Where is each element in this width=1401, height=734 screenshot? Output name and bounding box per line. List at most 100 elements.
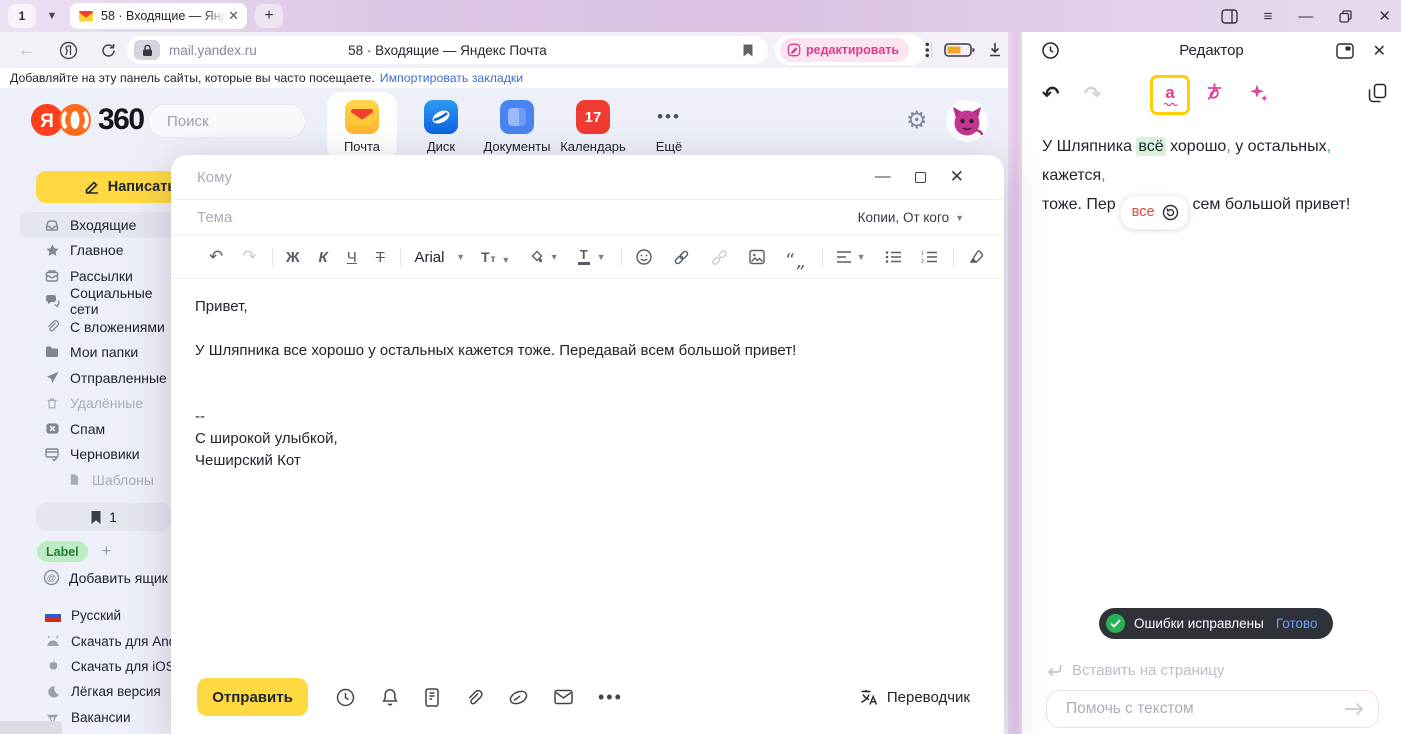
subject-field[interactable] bbox=[195, 208, 858, 227]
minimize-compose-icon[interactable]: — bbox=[875, 168, 891, 186]
close-panel-icon[interactable]: ✕ bbox=[1373, 41, 1386, 61]
remove-link-button[interactable] bbox=[710, 248, 729, 267]
user-avatar[interactable] bbox=[946, 100, 988, 142]
app-calendar[interactable]: 17 Календарь bbox=[555, 92, 631, 160]
translator-button[interactable]: Переводчик bbox=[859, 687, 970, 707]
toast-done-button[interactable]: Готово bbox=[1276, 616, 1318, 631]
restore-icon[interactable] bbox=[1339, 10, 1352, 23]
text-color-select[interactable]: Т bbox=[578, 249, 590, 265]
add-label-icon[interactable]: + bbox=[102, 543, 111, 561]
schedule-send-icon[interactable] bbox=[335, 687, 356, 708]
redo-icon[interactable]: ↷ bbox=[242, 247, 256, 267]
import-bookmarks-link[interactable]: Импортировать закладки bbox=[380, 71, 523, 85]
copy-text-icon[interactable] bbox=[1368, 83, 1387, 103]
numbered-list-button[interactable]: 12 bbox=[921, 250, 938, 264]
folder-spam[interactable]: Спам bbox=[20, 416, 180, 442]
lock-icon[interactable] bbox=[134, 40, 160, 60]
folder-inbox[interactable]: Входящие bbox=[20, 212, 180, 238]
close-compose-icon[interactable]: ✕ bbox=[950, 167, 964, 187]
search-box[interactable] bbox=[148, 104, 306, 138]
bookmarks-bar: Добавляйте на эту панель сайты, которые … bbox=[0, 68, 1008, 88]
stamp-pen-icon[interactable] bbox=[508, 687, 529, 708]
spellcheck-tool-active[interactable]: a bbox=[1150, 75, 1190, 115]
tab-count-button[interactable]: 1 bbox=[8, 4, 36, 28]
folder-main[interactable]: Главное bbox=[20, 238, 180, 264]
insert-image-button[interactable] bbox=[748, 248, 766, 266]
font-family-select[interactable]: Arial ▼ bbox=[414, 249, 465, 266]
emoji-button[interactable] bbox=[635, 248, 653, 266]
revert-icon[interactable] bbox=[1162, 204, 1179, 221]
folder-attachments[interactable]: С вложениями bbox=[20, 314, 180, 340]
yandex-360-logo[interactable]: Я 360 bbox=[30, 103, 144, 137]
submit-arrow-icon[interactable] bbox=[1343, 700, 1365, 718]
tab-close-icon[interactable]: ✕ bbox=[228, 8, 239, 24]
saved-count: 1 bbox=[109, 509, 117, 525]
saved-bookmarks-row[interactable]: 1 bbox=[36, 503, 171, 531]
template-card-icon[interactable] bbox=[424, 687, 440, 708]
insert-to-page-button[interactable]: Вставить на страницу bbox=[1046, 662, 1224, 679]
editor-undo-icon[interactable]: ↶ bbox=[1042, 82, 1060, 107]
copies-from-toggle[interactable]: Копии, От кого ▼ bbox=[858, 210, 964, 225]
app-disk[interactable]: Диск bbox=[403, 92, 479, 160]
corrected-text[interactable]: У Шляпника всё хорошо, у остальных, каже… bbox=[1042, 132, 1384, 230]
settings-gear-icon[interactable]: ⚙ bbox=[906, 106, 928, 135]
downloads-icon[interactable] bbox=[986, 40, 1004, 59]
ai-prompt-box[interactable] bbox=[1046, 690, 1379, 728]
folder-sent[interactable]: Отправленные bbox=[20, 365, 180, 391]
to-field[interactable] bbox=[195, 168, 875, 187]
editor-redo-icon[interactable]: ↷ bbox=[1084, 82, 1102, 107]
app-documents[interactable]: Документы bbox=[479, 92, 555, 160]
quote-button[interactable]: “„ bbox=[785, 248, 807, 266]
edit-button-label: редактировать bbox=[806, 43, 899, 57]
strikethrough-button[interactable]: Т bbox=[376, 249, 385, 266]
undo-icon[interactable]: ↶ bbox=[209, 247, 223, 267]
align-select[interactable]: ▼ bbox=[836, 248, 865, 266]
maximize-compose-icon[interactable] bbox=[915, 172, 926, 183]
close-window-icon[interactable]: ✕ bbox=[1378, 9, 1391, 24]
add-mailbox-button[interactable]: @ Добавить ящик bbox=[43, 569, 168, 586]
folder-my-folders[interactable]: Мои папки bbox=[20, 340, 180, 366]
open-in-window-icon[interactable] bbox=[1336, 43, 1354, 59]
tab-list-chevron-icon[interactable]: ▼ bbox=[41, 4, 63, 28]
refresh-icon[interactable] bbox=[100, 42, 117, 59]
new-tab-button[interactable]: + bbox=[255, 4, 283, 28]
app-more[interactable]: ••• Ещё bbox=[631, 92, 707, 160]
clear-formatting-button[interactable] bbox=[967, 249, 985, 265]
attach-file-icon[interactable] bbox=[464, 687, 484, 708]
address-bar[interactable]: mail.yandex.ru 58 · Входящие — Яндекс По… bbox=[127, 36, 768, 64]
font-size-select[interactable]: Tт ▼ bbox=[481, 249, 510, 265]
battery-icon[interactable] bbox=[944, 42, 975, 58]
send-button[interactable]: Отправить bbox=[197, 678, 308, 716]
suggestion-pill[interactable]: все bbox=[1120, 195, 1189, 230]
translate-tool-icon[interactable] bbox=[1204, 81, 1225, 102]
ai-prompt-input[interactable] bbox=[1064, 699, 1343, 719]
back-icon[interactable]: ← bbox=[18, 40, 35, 60]
calendar-date: 17 bbox=[585, 109, 602, 126]
minimize-icon[interactable]: — bbox=[1298, 9, 1313, 24]
reminder-bell-icon[interactable] bbox=[380, 687, 400, 708]
side-panels-icon[interactable] bbox=[1221, 9, 1238, 24]
attach-from-mail-icon[interactable] bbox=[553, 688, 574, 706]
folder-drafts[interactable]: Черновики bbox=[20, 442, 180, 468]
folder-templates[interactable]: Шаблоны bbox=[20, 467, 180, 493]
bookmark-flag-icon[interactable] bbox=[742, 43, 754, 58]
label-tag[interactable]: Label bbox=[37, 541, 88, 562]
fill-color-select[interactable]: ▼ bbox=[529, 248, 558, 266]
folder-deleted[interactable]: Удалённые bbox=[20, 391, 180, 417]
folder-social[interactable]: Социальные сети bbox=[20, 289, 180, 315]
app-mail[interactable]: Почта bbox=[327, 92, 397, 160]
yandex-services-icon[interactable] bbox=[59, 41, 78, 60]
bold-button[interactable]: Ж bbox=[286, 249, 300, 266]
browser-tab[interactable]: 58 · Входящие — Яндек ✕ bbox=[70, 3, 247, 29]
template-icon bbox=[66, 472, 82, 487]
extension-more-icon[interactable]: ••• bbox=[920, 42, 935, 59]
menu-icon[interactable]: ≡ bbox=[1264, 9, 1273, 24]
more-options-icon[interactable]: ••• bbox=[598, 687, 623, 708]
edit-document-button[interactable]: редактировать bbox=[780, 38, 909, 62]
underline-button[interactable]: Ч bbox=[347, 249, 357, 266]
improve-text-sparkles-icon[interactable] bbox=[1248, 82, 1269, 103]
bullet-list-button[interactable] bbox=[885, 250, 902, 264]
italic-button[interactable]: К bbox=[319, 249, 328, 266]
insert-link-button[interactable] bbox=[672, 248, 691, 267]
compose-body[interactable]: Привет, У Шляпника все хорошо у остальны… bbox=[171, 279, 1004, 472]
